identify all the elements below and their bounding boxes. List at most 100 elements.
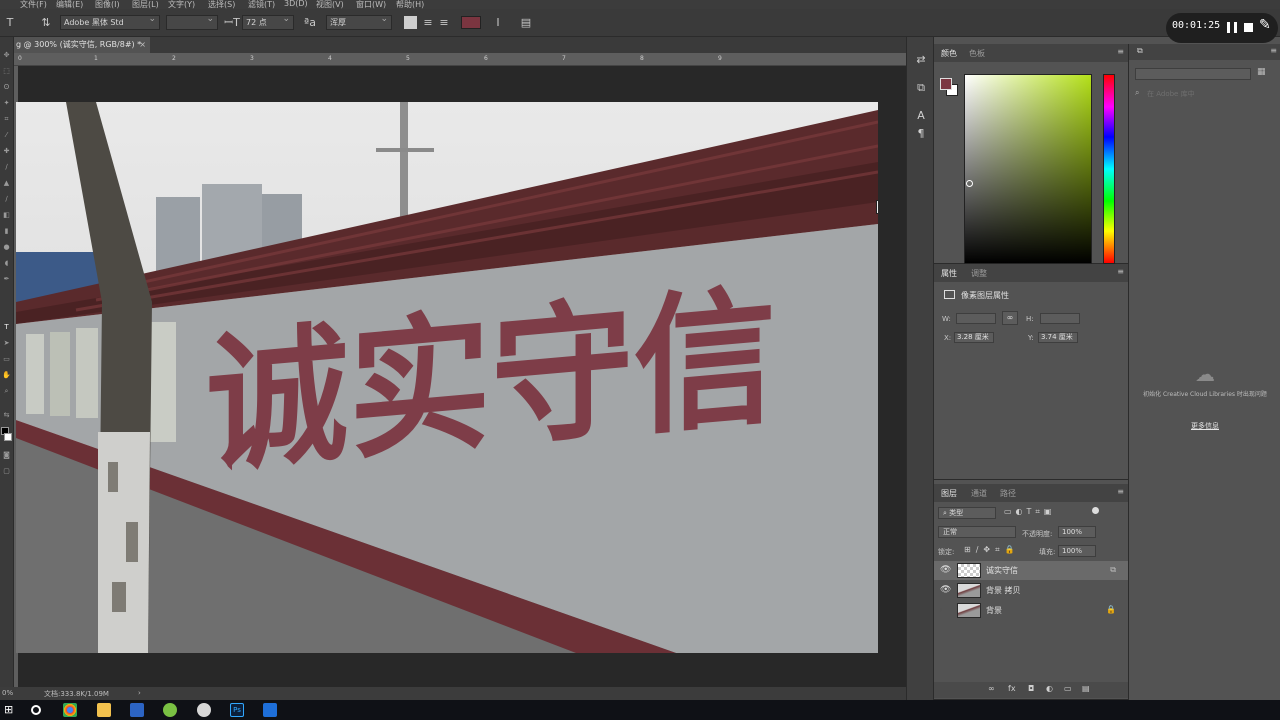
windows-start-icon[interactable]: ⊞ <box>4 703 16 716</box>
layer-row[interactable]: 👁 背景 拷贝 <box>934 581 1128 600</box>
antialias-dropdown[interactable]: 浑厚 <box>326 13 392 30</box>
layer-name[interactable]: 诚实守信 <box>986 565 1018 576</box>
eyedropper-tool-icon[interactable]: ⁄ <box>2 131 11 140</box>
tab-color[interactable]: 颜色 <box>941 48 957 59</box>
menu-image[interactable]: 图像(I) <box>95 0 120 9</box>
foreground-swatch[interactable] <box>940 78 952 90</box>
menu-file[interactable]: 文件(F) <box>20 0 47 9</box>
link-icon[interactable]: ∞ <box>1002 311 1018 325</box>
menu-layer[interactable]: 图层(L) <box>132 0 159 9</box>
screen-mode-icon[interactable]: ▢ <box>2 467 11 476</box>
document-tab[interactable]: g @ 300% (诚实守信, RGB/8#) * × <box>14 37 150 53</box>
fx-icon[interactable]: fx <box>1008 684 1016 693</box>
app-icon[interactable] <box>263 703 277 717</box>
tab-swatches[interactable]: 色板 <box>969 48 985 59</box>
healing-tool-icon[interactable]: ✚ <box>2 147 11 156</box>
text-orientation-icon[interactable]: ⇅ <box>38 15 54 30</box>
folder-icon[interactable]: ▭ <box>1064 684 1072 693</box>
blur-tool-icon[interactable]: ● <box>2 243 11 252</box>
clone-source-icon[interactable]: ⧉ <box>914 81 928 95</box>
hand-tool-icon[interactable]: ✋ <box>2 371 11 380</box>
swap-colors-icon[interactable]: ⇆ <box>2 411 11 420</box>
pen-icon[interactable]: ✎ <box>1259 17 1271 33</box>
type-tool-icon[interactable]: T <box>2 323 11 332</box>
opacity-field[interactable]: 100% <box>1058 526 1096 538</box>
panel-menu-icon[interactable]: ≡ <box>1270 46 1277 55</box>
search-circle-icon[interactable] <box>31 705 41 715</box>
filter-toggle-icon[interactable] <box>1092 507 1099 514</box>
pause-icon[interactable] <box>1227 22 1237 33</box>
background-color-chip[interactable] <box>4 433 12 441</box>
layer-row[interactable]: ▫ 背景 🔒 <box>934 601 1128 620</box>
app-icon[interactable] <box>197 703 211 717</box>
hue-slider[interactable] <box>1103 74 1115 264</box>
library-dropdown[interactable] <box>1135 68 1251 80</box>
pen-tool-icon[interactable]: ✒ <box>2 275 11 284</box>
horizontal-ruler[interactable]: 0 1 2 3 4 5 6 7 8 9 <box>14 53 906 66</box>
history-panel-icon[interactable]: ⇄ <box>914 53 928 67</box>
menu-select[interactable]: 选择(S) <box>208 0 235 9</box>
layer-name[interactable]: 背景 拷贝 <box>986 585 1021 596</box>
stamp-tool-icon[interactable]: ▲ <box>2 179 11 188</box>
font-style-dropdown[interactable] <box>166 13 218 30</box>
gradient-tool-icon[interactable]: ▮ <box>2 227 11 236</box>
app-icon[interactable] <box>163 703 177 717</box>
tab-properties[interactable]: 属性 <box>941 268 957 279</box>
quick-select-tool-icon[interactable]: ✦ <box>2 99 11 108</box>
status-menu-arrow[interactable]: › <box>138 689 141 697</box>
menu-view[interactable]: 视图(V) <box>316 0 344 9</box>
lock-icons[interactable]: ⊞∕✥⌗🔒 <box>964 545 1020 555</box>
character-panel-icon[interactable]: A <box>914 109 928 123</box>
layer-name[interactable]: 背景 <box>986 605 1002 616</box>
lasso-tool-icon[interactable]: ʘ <box>2 83 11 92</box>
eye-icon[interactable]: 👁 <box>940 565 951 575</box>
photoshop-icon[interactable]: Ps <box>230 703 244 717</box>
close-icon[interactable]: × <box>139 37 146 53</box>
layer-filter-dropdown[interactable]: ⌕ 类型 <box>938 507 996 519</box>
panel-menu-icon[interactable]: ≡ <box>1117 267 1124 276</box>
align-right-button[interactable]: ≡ <box>436 15 452 30</box>
align-center-button[interactable]: ≡ <box>420 15 436 30</box>
marquee-tool-icon[interactable]: ⬚ <box>2 67 11 76</box>
brush-tool-icon[interactable]: ∕ <box>2 163 11 172</box>
adjustment-icon[interactable]: ◐ <box>1046 684 1053 693</box>
warp-text-icon[interactable]: I <box>490 15 506 30</box>
menu-3d[interactable]: 3D(D) <box>284 0 308 8</box>
eye-hidden-icon[interactable]: ▫ <box>940 605 946 615</box>
zoom-tool-icon[interactable]: ⌕ <box>2 387 11 396</box>
path-select-tool-icon[interactable]: ➤ <box>2 339 11 348</box>
color-field[interactable] <box>964 74 1092 264</box>
paragraph-panel-icon[interactable]: ¶ <box>914 127 928 141</box>
y-field[interactable]: 3.74 厘米 <box>1038 332 1078 343</box>
tab-paths[interactable]: 路径 <box>1000 488 1016 499</box>
menu-type[interactable]: 文字(Y) <box>168 0 195 9</box>
eye-icon[interactable]: 👁 <box>940 585 951 595</box>
mask-icon[interactable]: ◘ <box>1028 684 1034 693</box>
history-brush-icon[interactable]: ∕ <box>2 195 11 204</box>
panel-menu-icon[interactable]: ≡ <box>1117 47 1124 56</box>
crop-tool-icon[interactable]: ⌗ <box>2 115 11 124</box>
shape-tool-icon[interactable]: ▭ <box>2 355 11 364</box>
character-panel-icon[interactable]: ▤ <box>518 15 534 30</box>
menu-window[interactable]: 窗口(W) <box>356 0 386 9</box>
color-picker-circle[interactable] <box>966 180 973 187</box>
font-size-dropdown[interactable]: 72 点 <box>242 13 294 30</box>
dodge-tool-icon[interactable]: ◖ <box>2 259 11 268</box>
more-info-link[interactable]: 更多信息 <box>1129 421 1280 431</box>
blend-mode-dropdown[interactable]: 正常 <box>938 526 1016 538</box>
tab-adjustments[interactable]: 调整 <box>971 268 987 279</box>
type-tool-icon[interactable]: T <box>2 15 18 30</box>
tab-layers[interactable]: 图层 <box>941 488 957 499</box>
new-layer-icon[interactable]: ▤ <box>1082 684 1090 693</box>
grid-view-icon[interactable]: ▦ <box>1257 67 1266 77</box>
font-family-dropdown[interactable]: Adobe 黑体 Std <box>60 13 160 30</box>
file-explorer-icon[interactable] <box>97 703 111 717</box>
panel-menu-icon[interactable]: ≡ <box>1117 487 1124 496</box>
width-field[interactable] <box>956 313 996 324</box>
filter-icons[interactable]: ▭◐T⌗▣ <box>1004 507 1056 517</box>
link-layers-icon[interactable]: ∞ <box>988 684 995 693</box>
library-search-input[interactable]: 在 Adobe 库中 <box>1147 89 1195 99</box>
text-color-swatch[interactable] <box>461 16 481 29</box>
tab-channels[interactable]: 通道 <box>971 488 987 499</box>
zoom-level[interactable]: 0% <box>2 689 13 697</box>
